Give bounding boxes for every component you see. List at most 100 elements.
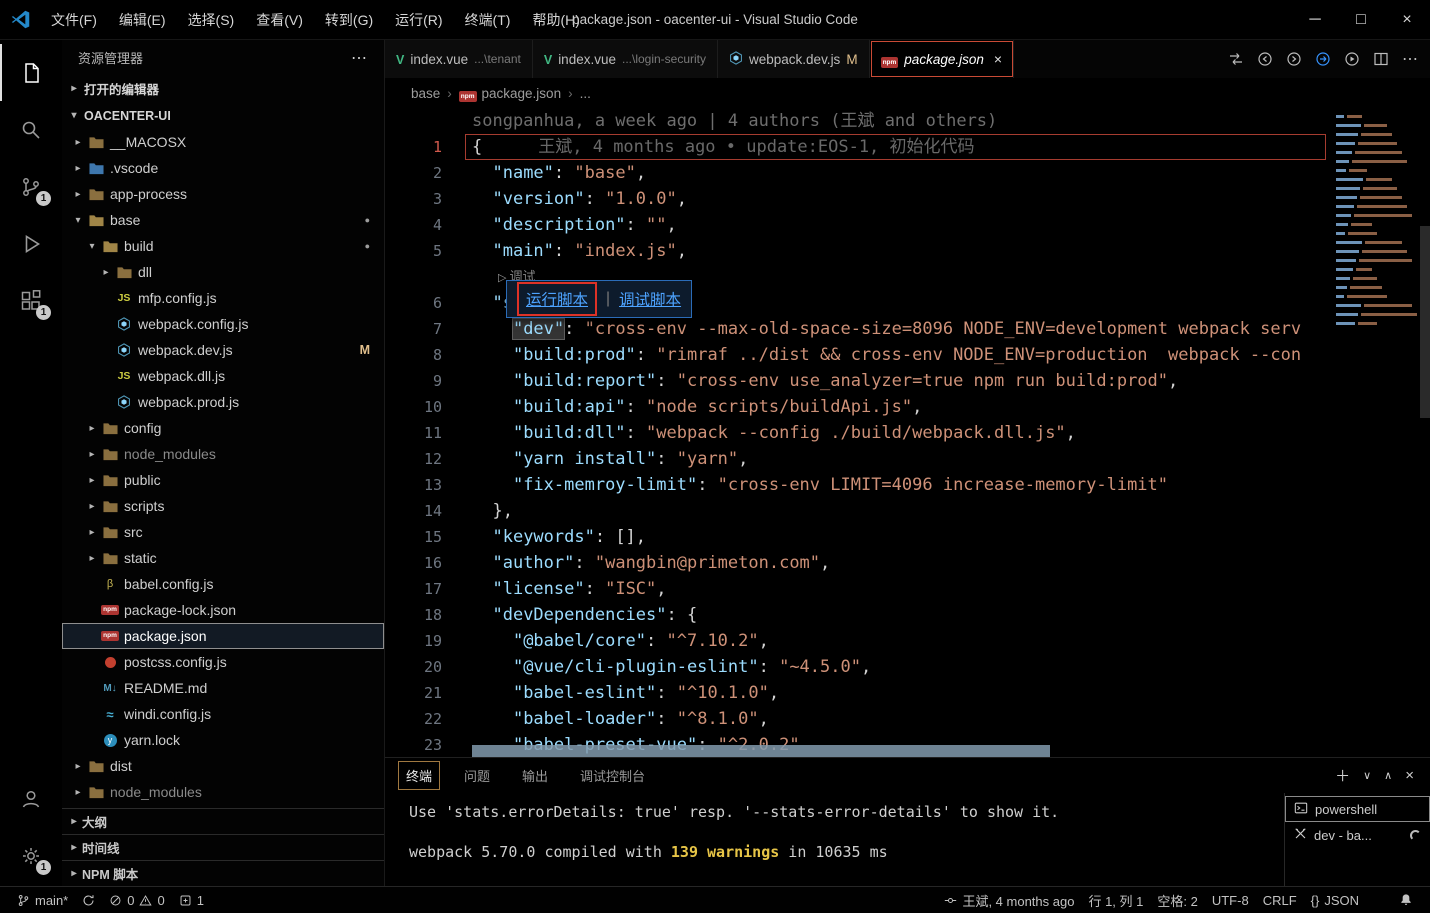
code-text[interactable]: "license": "ISC", — [472, 576, 667, 602]
minimap[interactable] — [1330, 112, 1420, 327]
tree-item[interactable]: ▸node_modules — [62, 441, 384, 467]
open-changes-icon[interactable] — [1315, 51, 1331, 67]
tree-item[interactable]: ▸static — [62, 545, 384, 571]
tree-item[interactable]: webpack.config.js — [62, 311, 384, 337]
menu-item[interactable]: 运行(R) — [384, 0, 453, 40]
tree-item[interactable]: ▾build● — [62, 233, 384, 259]
code-text[interactable]: "yarn install": "yarn", — [472, 446, 748, 472]
tree-item[interactable]: webpack.dev.jsM — [62, 337, 384, 363]
sidebar-section[interactable]: ▸时间线 — [62, 834, 384, 860]
tree-item[interactable]: JSmfp.config.js — [62, 285, 384, 311]
terminal-output[interactable]: Use 'stats.errorDetails: true' resp. '--… — [385, 793, 1284, 886]
panel-tab[interactable]: 终端 — [401, 764, 437, 787]
sidebar-section[interactable]: ▸大纲 — [62, 808, 384, 834]
language-mode[interactable]: {} JSON — [1304, 893, 1366, 908]
previous-change-icon[interactable] — [1257, 51, 1273, 67]
code-text[interactable]: "dev": "cross-env --max-old-space-size=8… — [472, 316, 1301, 342]
sync-button[interactable] — [75, 887, 102, 913]
blame-status[interactable]: 王斌, 4 months ago — [937, 891, 1081, 910]
tree-item[interactable]: npmpackage.json — [62, 623, 384, 649]
branch-indicator[interactable]: main* — [10, 887, 75, 913]
breadcrumb-item[interactable]: base — [411, 86, 440, 101]
activity-extensions[interactable]: 1 — [0, 272, 62, 329]
tree-item[interactable]: ▸src — [62, 519, 384, 545]
tree-item[interactable]: ▸app-process — [62, 181, 384, 207]
maximize-button[interactable]: □ — [1338, 0, 1384, 40]
tree-item[interactable]: ▸node_modules — [62, 779, 384, 805]
terminal-list-item[interactable]: powershell — [1285, 796, 1430, 822]
code-text[interactable]: "build:dll": "webpack --config ./build/w… — [472, 420, 1076, 446]
code-text[interactable]: "@vue/cli-plugin-eslint": "~4.5.0", — [472, 654, 871, 680]
tree-item[interactable]: ▾base● — [62, 207, 384, 233]
tab-webpack.dev.js[interactable]: webpack.dev.jsM — [718, 40, 870, 78]
code-text[interactable]: {王斌, 4 months ago • update:EOS-1, 初始化代码 — [472, 134, 975, 160]
tree-item[interactable]: ▸config — [62, 415, 384, 441]
breadcrumb-item[interactable]: npmpackage.json — [459, 86, 561, 101]
tab-package.json[interactable]: npmpackage.json× — [870, 40, 1014, 78]
encoding[interactable]: UTF-8 — [1205, 893, 1256, 908]
code-text[interactable]: "author": "wangbin@primeton.com", — [472, 550, 830, 576]
tree-item[interactable]: npmpackage-lock.json — [62, 597, 384, 623]
activity-run-debug[interactable] — [0, 215, 62, 272]
terminal-list-item[interactable]: dev - ba... — [1285, 822, 1430, 848]
run-script-link[interactable]: 运行脚本 — [517, 282, 597, 316]
tree-item[interactable]: JSwebpack.dll.js — [62, 363, 384, 389]
close-panel-icon[interactable]: × — [1405, 767, 1414, 784]
root-folder-section[interactable]: ▾ OACENTER-UI — [62, 102, 384, 129]
tree-item[interactable]: webpack.prod.js — [62, 389, 384, 415]
status-extra-badge[interactable]: 1 — [172, 887, 211, 913]
tree-item[interactable]: M↓README.md — [62, 675, 384, 701]
panel-tab[interactable]: 问题 — [459, 764, 495, 787]
close-tab-icon[interactable]: × — [994, 51, 1002, 67]
tree-item[interactable]: βbabel.config.js — [62, 571, 384, 597]
tree-item[interactable]: ▸.vscode — [62, 155, 384, 181]
code-text[interactable]: "devDependencies": { — [472, 602, 697, 628]
menu-item[interactable]: 选择(S) — [177, 0, 246, 40]
code-text[interactable]: }, — [472, 498, 513, 524]
code-text[interactable]: "@babel/core": "^7.10.2", — [472, 628, 769, 654]
tree-item[interactable]: ▸public — [62, 467, 384, 493]
menu-item[interactable]: 转到(G) — [314, 0, 384, 40]
tree-item[interactable]: ▸__MACOSX — [62, 129, 384, 155]
activity-account[interactable] — [0, 770, 62, 827]
activity-search[interactable] — [0, 101, 62, 158]
code-text[interactable]: "build:report": "cross-env use_analyzer=… — [472, 368, 1178, 394]
code-text[interactable]: "keywords": [], — [472, 524, 646, 550]
next-change-icon[interactable] — [1286, 51, 1302, 67]
close-button[interactable]: × — [1384, 0, 1430, 40]
code-text[interactable]: "name": "base", — [472, 160, 646, 186]
panel-tab[interactable]: 输出 — [517, 764, 553, 787]
activity-settings[interactable]: 1 — [0, 827, 62, 884]
more-actions-icon[interactable]: ⋯ — [1402, 49, 1418, 69]
tab-index.vue[interactable]: Vindex.vue...\tenant — [385, 40, 533, 78]
chevron-down-icon[interactable]: ∨ — [1363, 769, 1371, 782]
horizontal-scrollbar[interactable] — [472, 745, 1050, 757]
run-script-icon[interactable] — [1344, 51, 1360, 67]
maximize-panel-icon[interactable]: ∧ — [1384, 769, 1392, 782]
code-text[interactable]: "version": "1.0.0", — [472, 186, 687, 212]
tab-index.vue[interactable]: Vindex.vue...\login-security — [533, 40, 718, 78]
breadcrumb-item[interactable]: ... — [580, 86, 591, 101]
split-editor-icon[interactable] — [1373, 51, 1389, 67]
indentation[interactable]: 空格: 2 — [1150, 891, 1204, 910]
tree-item[interactable]: ▸dist — [62, 753, 384, 779]
debug-script-link[interactable]: 调试脚本 — [619, 288, 681, 310]
tree-item[interactable]: ≈windi.config.js — [62, 701, 384, 727]
activity-source-control[interactable]: 1 — [0, 158, 62, 215]
vertical-scrollbar[interactable] — [1420, 226, 1430, 418]
menu-item[interactable]: 终端(T) — [454, 0, 522, 40]
code-text[interactable]: "babel-eslint": "^10.1.0", — [472, 680, 779, 706]
code-text[interactable]: "description": "", — [472, 212, 677, 238]
sidebar-section[interactable]: ▸NPM 脚本 — [62, 860, 384, 886]
code-text[interactable]: "main": "index.js", — [472, 238, 687, 264]
tree-item[interactable]: ▸dll — [62, 259, 384, 285]
open-editors-section[interactable]: ▸ 打开的编辑器 — [62, 75, 384, 102]
menu-item[interactable]: 编辑(E) — [108, 0, 177, 40]
panel-tab[interactable]: 调试控制台 — [575, 764, 650, 787]
minimize-button[interactable]: ─ — [1292, 0, 1338, 40]
more-actions-icon[interactable]: ⋯ — [351, 48, 368, 68]
menu-item[interactable]: 查看(V) — [245, 0, 314, 40]
code-text[interactable]: "build:api": "node scripts/buildApi.js", — [472, 394, 922, 420]
problems-indicator[interactable]: 0 0 — [102, 887, 171, 913]
tree-item[interactable]: ▸scripts — [62, 493, 384, 519]
